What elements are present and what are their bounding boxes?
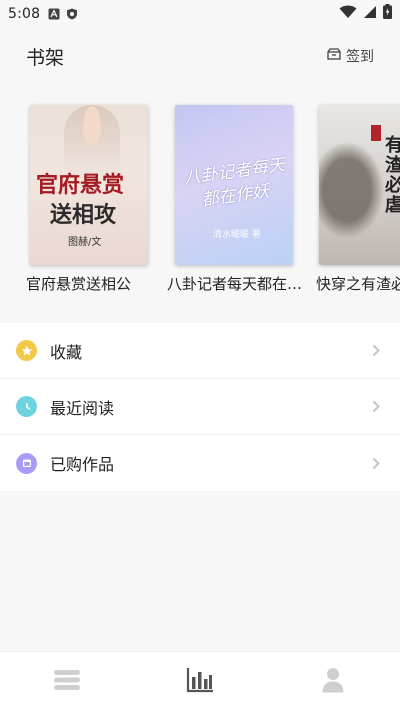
book-title[interactable]: 快穿之有渣必虐 xyxy=(316,273,400,294)
menu-item-label: 收藏 xyxy=(50,342,83,362)
book-item[interactable]: 官府悬赏 送相攻 图赫/文 官府悬赏送相公 xyxy=(26,105,152,294)
menu-item-favorites[interactable]: 收藏 xyxy=(0,323,400,379)
nav-tab-bookshelf[interactable] xyxy=(133,652,266,711)
book-item[interactable]: 有渣必虐 快穿之有渣必虐 xyxy=(316,105,400,294)
status-time: 5:08 xyxy=(8,5,41,22)
shelf-menu: 收藏 最近阅读 已购作品 xyxy=(0,323,400,491)
notification-a-icon xyxy=(48,8,60,20)
book-cover[interactable]: 有渣必虐 xyxy=(319,105,400,265)
cover-author: 清水暖暖 著 xyxy=(213,230,261,240)
menu-item-label: 已购作品 xyxy=(50,455,115,474)
wifi-icon xyxy=(339,4,357,23)
nav-tab-profile[interactable] xyxy=(267,652,400,711)
star-icon xyxy=(16,340,37,361)
calendar-icon xyxy=(16,452,37,474)
menu-item-recent-reading[interactable]: 最近阅读 xyxy=(0,379,400,435)
status-bar: 5:08 xyxy=(0,0,400,27)
checkin-icon xyxy=(327,48,341,64)
cover-author: 图赫/文 xyxy=(68,237,102,248)
chevron-right-icon xyxy=(368,455,384,471)
chevron-right-icon xyxy=(368,343,384,359)
cover-title: 有渣必虐 xyxy=(382,135,400,215)
book-cover[interactable]: 八卦记者每天 都在作妖 清水暖暖 著 xyxy=(175,105,293,265)
profile-icon xyxy=(322,667,344,697)
cell-signal-icon xyxy=(363,4,377,23)
bookshelf-carousel[interactable]: 官府悬赏 送相攻 图赫/文 官府悬赏送相公 八卦记者每天 都在作妖 清水暖暖 著… xyxy=(0,85,400,305)
clock-icon xyxy=(16,396,37,417)
checkin-label: 签到 xyxy=(346,49,374,65)
book-title[interactable]: 官府悬赏送相公 xyxy=(26,273,162,294)
book-item[interactable]: 八卦记者每天 都在作妖 清水暖暖 著 八卦记者每天都在作妖 xyxy=(167,105,303,294)
bar-chart-icon xyxy=(186,667,214,697)
book-title[interactable]: 八卦记者每天都在作妖 xyxy=(167,273,303,294)
status-left-icons xyxy=(48,8,78,20)
checkin-button[interactable]: 签到 xyxy=(327,46,374,66)
status-right-icons xyxy=(339,4,392,23)
cover-title: 官府悬赏 xyxy=(36,172,125,198)
page-title: 书架 xyxy=(26,46,65,69)
bottom-nav xyxy=(0,651,400,711)
nav-tab-library[interactable] xyxy=(0,652,133,711)
cover-subtitle: 送相攻 xyxy=(50,202,117,228)
book-cover[interactable]: 官府悬赏 送相攻 图赫/文 xyxy=(30,105,148,265)
shield-icon xyxy=(66,8,78,20)
battery-icon xyxy=(383,4,392,23)
menu-item-purchased[interactable]: 已购作品 xyxy=(0,435,400,491)
header: 书架 签到 xyxy=(0,27,400,85)
menu-item-label: 最近阅读 xyxy=(50,398,115,418)
chevron-right-icon xyxy=(368,399,384,415)
library-icon xyxy=(53,669,81,695)
